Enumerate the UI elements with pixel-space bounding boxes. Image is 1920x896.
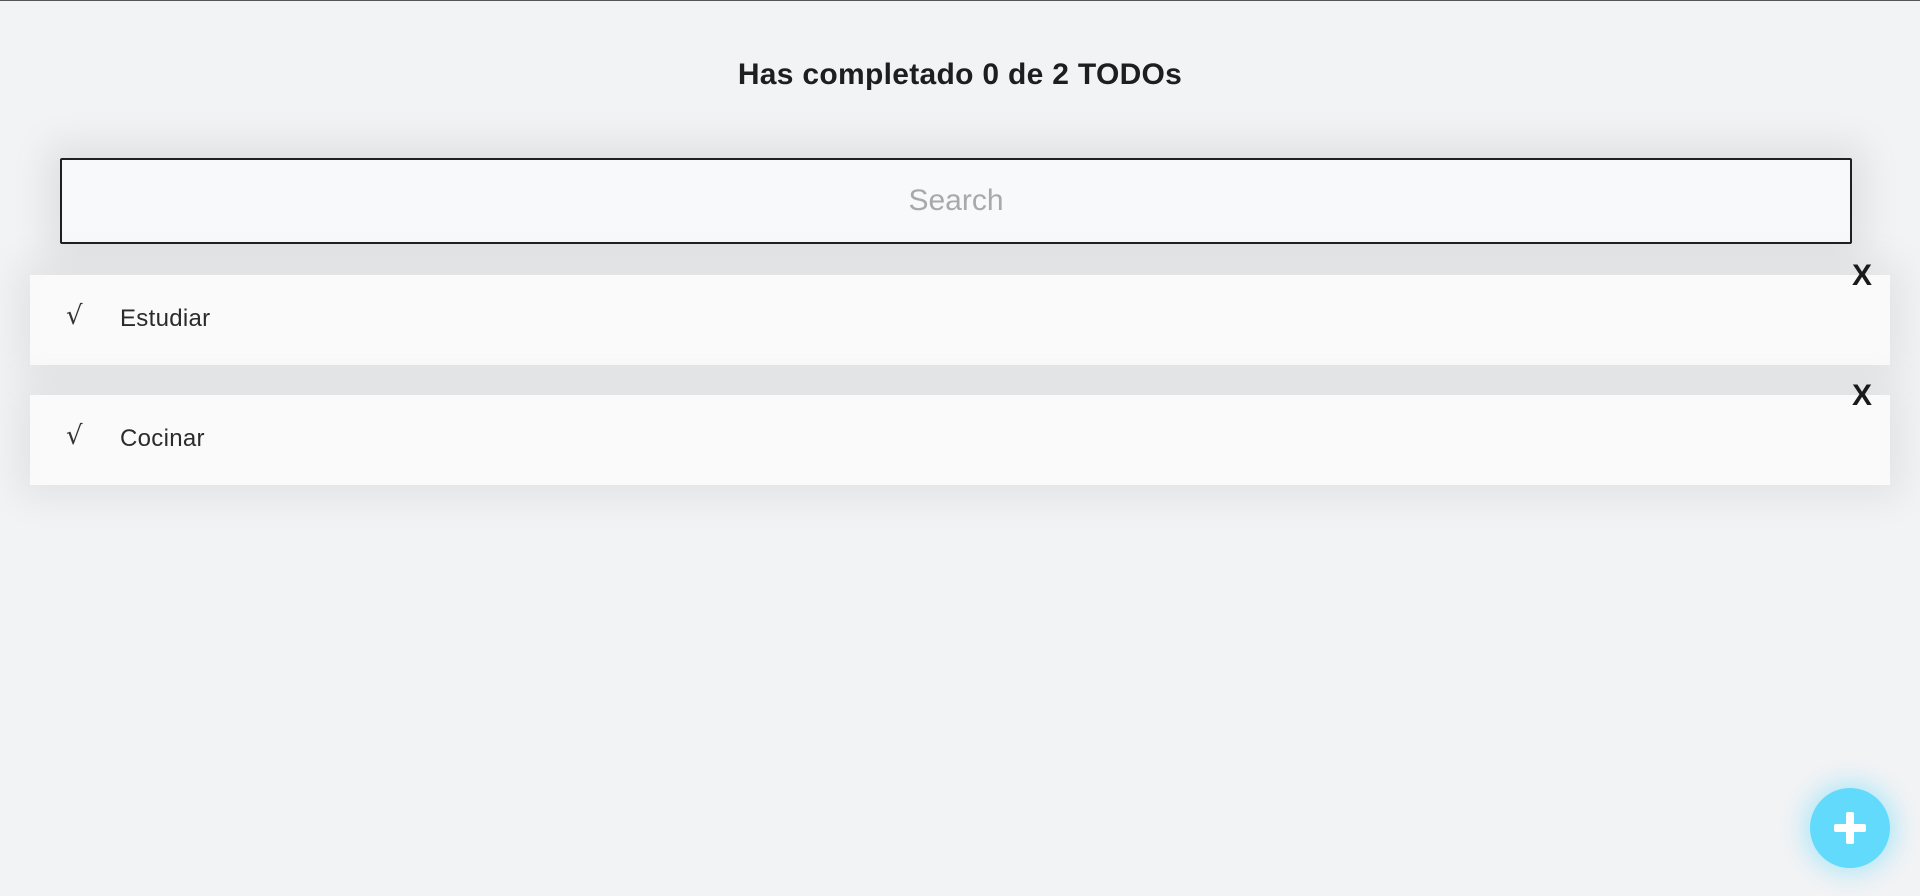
todo-item-cocinar: √ Cocinar X: [30, 379, 1890, 485]
todo-text: Estudiar: [120, 305, 211, 332]
todo-counter: Has completado 0 de 2 TODOs: [737, 58, 1183, 91]
delete-icon[interactable]: X: [1852, 259, 1872, 293]
delete-icon[interactable]: X: [1852, 379, 1872, 413]
search-input[interactable]: [60, 158, 1852, 244]
todo-text: Cocinar: [120, 425, 205, 452]
top-border: [0, 0, 1920, 1]
check-icon[interactable]: √: [66, 421, 83, 451]
add-todo-button[interactable]: [1810, 788, 1890, 868]
plus-icon: [1834, 812, 1866, 844]
check-icon[interactable]: √: [66, 301, 83, 331]
search-container: [60, 158, 1852, 244]
todo-item-estudiar: √ Estudiar X: [30, 259, 1890, 365]
todo-list: √ Estudiar X √ Cocinar X: [30, 259, 1890, 515]
